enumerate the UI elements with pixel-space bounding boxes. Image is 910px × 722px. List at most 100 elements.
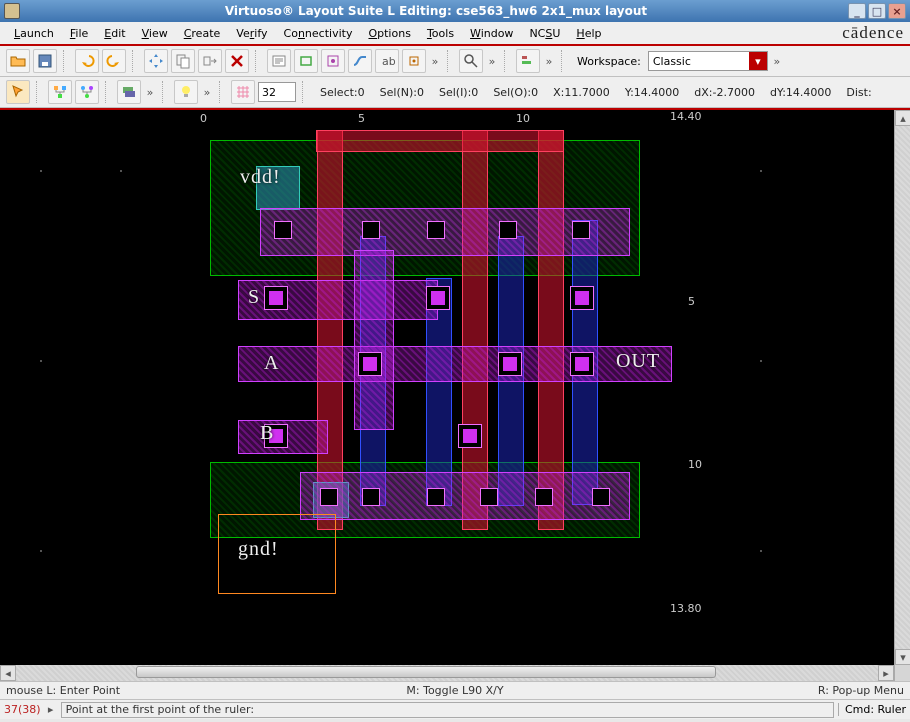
menu-file[interactable]: File <box>62 24 96 43</box>
mouse-left-hint: mouse L: Enter Point <box>6 684 305 697</box>
menu-ncsu[interactable]: NCSU <box>521 24 568 43</box>
window-titlebar: Virtuoso® Layout Suite L Editing: cse563… <box>0 0 910 22</box>
select-mode-button[interactable] <box>6 80 30 104</box>
menu-launch[interactable]: Launch <box>6 24 62 43</box>
pin-out-label: OUT <box>616 350 660 373</box>
redo-button[interactable] <box>102 49 126 73</box>
contact <box>427 221 445 239</box>
delete-button[interactable] <box>225 49 249 73</box>
layer-tool-button[interactable] <box>117 80 141 104</box>
pin-b-label: B <box>260 422 274 445</box>
contact <box>320 488 338 506</box>
contact <box>427 488 445 506</box>
bulb-overflow[interactable]: » <box>201 80 213 104</box>
prompt-history-button[interactable]: ▸ <box>45 698 57 722</box>
select-count: Select:0 <box>314 86 371 99</box>
via <box>358 352 382 376</box>
hier-button[interactable] <box>48 80 72 104</box>
align-overflow[interactable]: » <box>543 49 555 73</box>
horizontal-scrollbar[interactable]: ◂ ▸ <box>0 665 894 681</box>
path-button[interactable] <box>348 49 372 73</box>
contact <box>480 488 498 506</box>
chevron-down-icon: ▾ <box>749 52 767 70</box>
menu-tools[interactable]: Tools <box>419 24 462 43</box>
sel-o: Sel(O):0 <box>487 86 544 99</box>
prompt-text[interactable]: Point at the first point of the ruler: <box>61 702 834 718</box>
vertical-scrollbar[interactable]: ▴ ▾ <box>894 110 910 665</box>
poly-top-bar <box>316 130 564 152</box>
inst-button[interactable] <box>321 49 345 73</box>
prompt-bar: 37(38) ▸ Point at the first point of the… <box>0 699 910 719</box>
menu-options[interactable]: Options <box>360 24 418 43</box>
app-icon <box>4 3 20 19</box>
workspace-value: Classic <box>653 55 691 68</box>
move-button[interactable] <box>144 49 168 73</box>
scroll-up-icon[interactable]: ▴ <box>895 110 910 126</box>
workspace-label: Workspace: <box>573 55 645 68</box>
mouse-hints-bar: mouse L: Enter Point M: Toggle L90 X/Y R… <box>0 681 910 699</box>
dist-readout: Dist: <box>840 86 877 99</box>
undo-button[interactable] <box>75 49 99 73</box>
label-button[interactable]: ab <box>375 49 399 73</box>
contact <box>572 221 590 239</box>
save-button[interactable] <box>33 49 57 73</box>
menu-edit[interactable]: Edit <box>96 24 133 43</box>
layout-canvas[interactable]: 0 5 10 14.40 5 10 13.80 <box>0 110 894 665</box>
coord-y: Y:14.4000 <box>619 86 685 99</box>
canvas-area: 0 5 10 14.40 5 10 13.80 <box>0 110 910 665</box>
scroll-down-icon[interactable]: ▾ <box>895 649 910 665</box>
ruler-top-0: 0 <box>200 112 207 125</box>
workspace-select[interactable]: Classic ▾ <box>648 51 768 71</box>
cmd-status: Cmd: Ruler <box>838 703 906 716</box>
pin-a-label: A <box>264 352 279 375</box>
window-title: Virtuoso® Layout Suite L Editing: cse563… <box>26 4 846 18</box>
hier2-button[interactable] <box>75 80 99 104</box>
align-button[interactable] <box>516 49 540 73</box>
poly-col-3 <box>538 130 564 530</box>
copy-button[interactable] <box>171 49 195 73</box>
menu-connectivity[interactable]: Connectivity <box>276 24 361 43</box>
menu-view[interactable]: View <box>134 24 176 43</box>
ruler-top-10: 10 <box>516 112 530 125</box>
pin-gnd-label: gnd! <box>238 538 279 561</box>
maximize-button[interactable]: □ <box>868 3 886 19</box>
close-button[interactable]: × <box>888 3 906 19</box>
layer-overflow[interactable]: » <box>144 80 156 104</box>
stretch-button[interactable] <box>198 49 222 73</box>
m2-vert1 <box>354 250 394 430</box>
menu-verify[interactable]: Verify <box>228 24 275 43</box>
mouse-mid-hint: M: Toggle L90 X/Y <box>305 684 604 697</box>
ruler-top-max: 14.40 <box>670 110 702 123</box>
zoom-overflow[interactable]: » <box>486 49 498 73</box>
scroll-thumb[interactable] <box>136 666 716 678</box>
via <box>458 424 482 448</box>
contact <box>362 488 380 506</box>
pin-button[interactable] <box>402 49 426 73</box>
contact <box>362 221 380 239</box>
contact <box>274 221 292 239</box>
zoom-button[interactable] <box>459 49 483 73</box>
workspace-overflow[interactable]: » <box>771 49 783 73</box>
svg-text:ab: ab <box>382 55 395 68</box>
rect-button[interactable] <box>294 49 318 73</box>
contact <box>499 221 517 239</box>
grid-value-input[interactable]: 32 <box>258 82 296 102</box>
properties-button[interactable] <box>267 49 291 73</box>
bulb-button[interactable] <box>174 80 198 104</box>
scroll-right-icon[interactable]: ▸ <box>878 665 894 681</box>
menu-window[interactable]: Window <box>462 24 521 43</box>
contact <box>535 488 553 506</box>
minimize-button[interactable]: _ <box>848 3 866 19</box>
menu-help[interactable]: Help <box>568 24 609 43</box>
via <box>498 352 522 376</box>
coord-dy: dY:14.4000 <box>764 86 837 99</box>
grid-button[interactable] <box>231 80 255 104</box>
open-button[interactable] <box>6 49 30 73</box>
pin-s-label: S <box>248 286 260 309</box>
contact <box>592 488 610 506</box>
menubar: Launch File Edit View Create Verify Conn… <box>0 22 910 46</box>
scroll-left-icon[interactable]: ◂ <box>0 665 16 681</box>
toolbar-row-2: » » 32 Select:0 Sel(N):0 Sel(I):0 Sel(O)… <box>0 77 910 108</box>
toolbar1-overflow[interactable]: » <box>429 49 441 73</box>
menu-create[interactable]: Create <box>176 24 229 43</box>
